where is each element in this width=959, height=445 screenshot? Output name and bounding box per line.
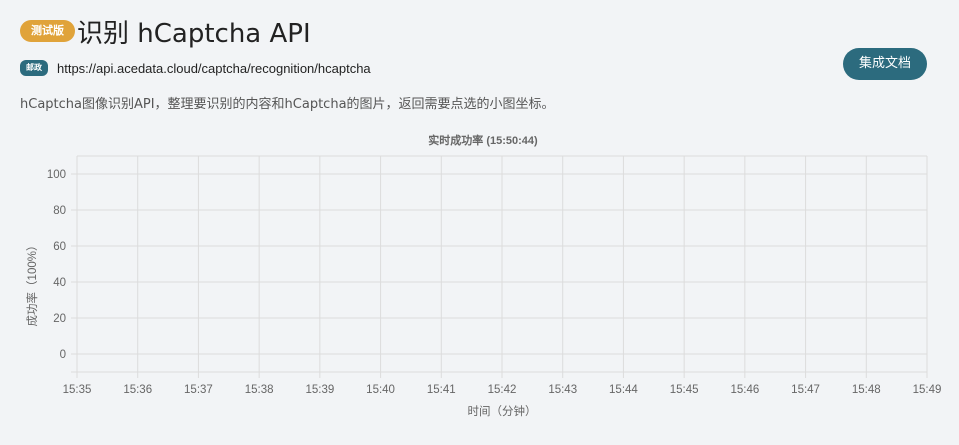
y-tick-label: 100: [47, 169, 66, 181]
x-tick-label: 15:41: [427, 384, 456, 396]
x-tick-label: 15:48: [852, 384, 881, 396]
y-tick-label: 20: [53, 313, 66, 325]
title-row: 测试版 识别 hCaptcha API: [20, 12, 939, 50]
x-tick-label: 15:44: [609, 384, 638, 396]
x-tick-label: 15:46: [730, 384, 759, 396]
x-tick-label: 15:35: [63, 384, 92, 396]
x-tick-label: 15:37: [184, 384, 213, 396]
page-title: 识别 hCaptcha API: [77, 18, 311, 49]
y-tick-label: 60: [53, 241, 66, 253]
x-tick-label: 15:42: [488, 384, 517, 396]
x-tick-label: 15:47: [791, 384, 820, 396]
integration-docs-button[interactable]: 集成文档: [842, 48, 927, 80]
x-axis-ticks: 15:35 15:36 15:37 15:38 15:39 15:40 15:41 15:42…: [63, 384, 942, 396]
endpoint-url[interactable]: https://api.acedata.cloud/captcha/recogn…: [57, 61, 371, 76]
x-tick-label: 15:39: [305, 384, 334, 396]
chart-grid: [71, 155, 928, 378]
y-tick-label: 0: [60, 349, 66, 361]
x-tick-label: 15:49: [913, 384, 942, 396]
beta-badge: 测试版: [20, 20, 75, 42]
y-tick-label: 80: [53, 205, 66, 217]
y-tick-label: 40: [53, 277, 66, 289]
api-description: hCaptcha图像识别API，整理要识别的内容和hCaptcha的图片，返回需…: [20, 97, 555, 112]
x-tick-label: 15:40: [366, 384, 395, 396]
x-axis-label: 时间（分钟）: [468, 404, 537, 418]
endpoint-row: 邮政 https://api.acedata.cloud/captcha/rec…: [20, 60, 939, 76]
chart-title: 实时成功率 (15:50:44): [428, 133, 538, 147]
success-rate-chart: 实时成功率 (15:50:44) 0 20 40 60 80 100 15:35 15:36…: [25, 133, 942, 418]
method-badge: 邮政: [20, 60, 48, 76]
x-tick-label: 15:36: [123, 384, 152, 396]
x-tick-label: 15:38: [245, 384, 274, 396]
x-tick-label: 15:43: [548, 384, 577, 396]
x-tick-label: 15:45: [670, 384, 699, 396]
y-axis-label: 成功率（100%）: [25, 240, 39, 327]
api-header: 测试版 识别 hCaptcha API 邮政 https://api.aceda…: [20, 12, 939, 76]
y-axis-ticks: 0 20 40 60 80 100: [47, 169, 66, 361]
